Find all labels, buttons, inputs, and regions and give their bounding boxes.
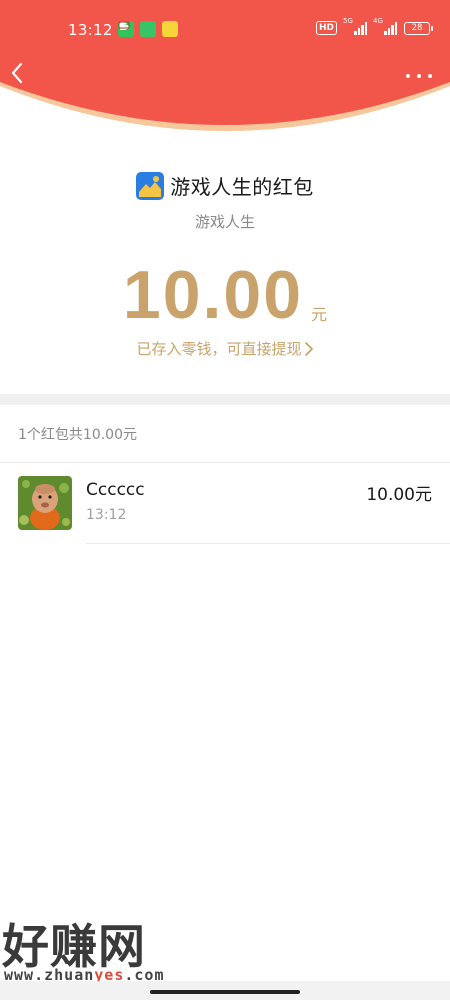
- status-indicators: HD 5G 4G 28: [315, 17, 433, 35]
- android-icon: [120, 21, 156, 37]
- blue-yellow-app-icon: [136, 171, 165, 200]
- receiver-name: Cccccc: [86, 480, 145, 500]
- status-bar: 13:12 HD 5G 4G 28: [0, 16, 450, 46]
- divider: [86, 543, 450, 544]
- avatar: [18, 476, 72, 530]
- receipt-summary: 1个红包共10.00元: [18, 427, 137, 443]
- home-indicator[interactable]: [150, 990, 300, 994]
- sender-title: 游戏人生的红包: [170, 175, 314, 199]
- battery-indicator: 28: [404, 21, 433, 35]
- chevron-left-icon: [11, 62, 23, 84]
- chevron-right-icon: [304, 341, 313, 356]
- deposit-withdraw-link[interactable]: 已存入零钱，可直接提现: [0, 338, 450, 359]
- more-dots-icon: [406, 74, 410, 78]
- red-envelope-header: 13:12 HD 5G 4G 28: [0, 0, 450, 134]
- deposit-text: 已存入零钱，可直接提现: [136, 340, 302, 358]
- amount-value: 10.00: [122, 257, 304, 333]
- status-time: 13:12: [68, 21, 113, 39]
- section-separator: [0, 394, 450, 405]
- notification-icons: [118, 21, 178, 37]
- signal-4g-icon: 4G: [373, 17, 397, 35]
- divider: [0, 462, 450, 463]
- more-options-button[interactable]: [406, 66, 432, 86]
- amount-display: 10.00 元: [0, 258, 450, 332]
- yellow-app-icon: [118, 21, 178, 37]
- sender-info: 游戏人生的红包: [0, 171, 450, 200]
- amount-unit: 元: [311, 305, 328, 324]
- sender-subtitle: 游戏人生: [194, 213, 255, 231]
- list-item[interactable]: Cccccc 13:12 10.00元: [0, 474, 450, 544]
- receiver-amount: 10.00元: [366, 485, 432, 505]
- hd-badge: HD: [315, 21, 337, 35]
- signal-5g-icon: 5G: [343, 17, 367, 35]
- back-button[interactable]: [10, 62, 34, 90]
- receiver-time: 13:12: [86, 507, 127, 523]
